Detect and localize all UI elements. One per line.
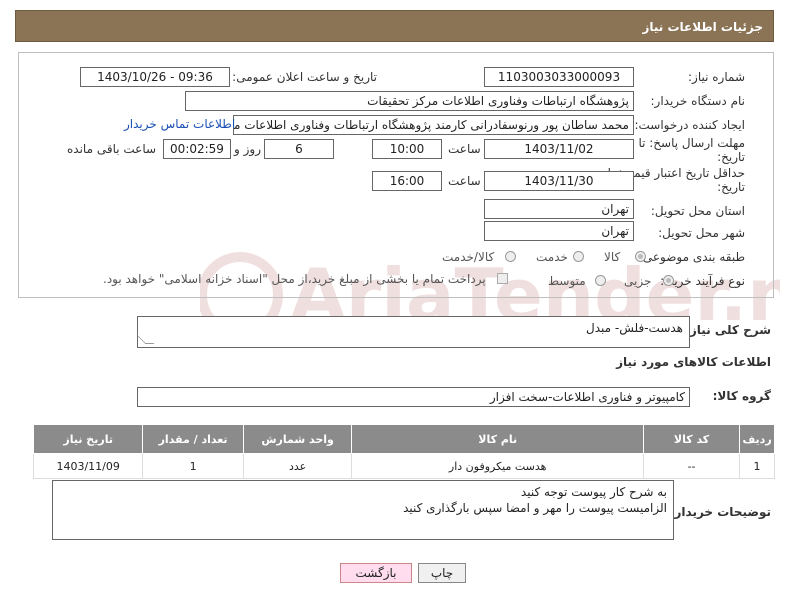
cell-name: هدست میکروفون دار xyxy=(351,453,644,479)
cell-unit: عدد xyxy=(242,453,353,479)
summary-text: هدست-فلش- مبدل xyxy=(585,321,683,335)
need-number-field: 1103003033000093 xyxy=(484,67,634,87)
announce-field: 1403/10/26 - 09:36 xyxy=(80,67,230,87)
goods-group-label: گروه کالا: xyxy=(712,389,771,403)
buyer-org-field: پژوهشگاه ارتباطات وفناوری اطلاعات مرکز ت… xyxy=(185,91,634,111)
process-radio-minor[interactable] xyxy=(663,275,674,286)
col-name: نام کالا xyxy=(351,424,644,454)
category-option-goods: کالا xyxy=(604,250,621,264)
announce-label: تاریخ و ساعت اعلان عمومی: xyxy=(232,70,377,84)
days-label: روز و xyxy=(234,142,261,156)
need-number-label: شماره نیاز: xyxy=(688,70,745,84)
process-option-medium: متوسط xyxy=(548,274,586,288)
deadline-time-field: 10:00 xyxy=(372,139,442,159)
cell-date: 1403/11/09 xyxy=(32,453,144,479)
deadline-time-label: ساعت xyxy=(448,142,481,156)
col-qty: تعداد / مقدار xyxy=(142,424,244,454)
process-radio-medium[interactable] xyxy=(595,275,606,286)
province-label: استان محل تحویل: xyxy=(650,204,745,218)
page-header: جزئیات اطلاعات نیاز xyxy=(15,10,774,42)
category-radio-service[interactable] xyxy=(573,251,584,262)
payment-note: پرداخت تمام یا بخشی از مبلغ خرید،از محل … xyxy=(103,272,486,286)
table-row: 1 -- هدست میکروفون دار عدد 1 1403/11/09 xyxy=(32,453,775,479)
summary-textarea: هدست-فلش- مبدل xyxy=(137,316,690,348)
process-option-minor: جزیی xyxy=(624,274,652,288)
cell-row: 1 xyxy=(739,453,775,479)
city-field: تهران xyxy=(484,221,634,241)
creator-field: محمد ساطان پور ورنوسفادرانی کارمند پژوهش… xyxy=(233,115,634,135)
category-label: طبقه بندی موضوعی: xyxy=(638,250,745,264)
deadline-label: مهلت ارسال پاسخ: تا تاریخ: xyxy=(638,136,745,164)
creator-label: ایجاد کننده درخواست: xyxy=(634,118,745,132)
province-field: تهران xyxy=(484,199,634,219)
category-option-goods-service: کالا/خدمت xyxy=(442,250,495,264)
validity-date-field: 1403/11/30 xyxy=(484,171,634,191)
page-title: جزئیات اطلاعات نیاز xyxy=(642,20,763,34)
col-date: تاریخ نیاز xyxy=(32,424,144,454)
notes-label: توضیحات خریدار: xyxy=(669,505,771,519)
buyer-org-label: نام دستگاه خریدار: xyxy=(650,94,746,108)
notes-textarea: به شرح کار پیوست توجه کنید الزامیست پیوس… xyxy=(52,480,674,540)
col-unit: واحد شمارش xyxy=(242,424,353,454)
remaining-label: ساعت باقی مانده xyxy=(67,142,157,156)
goods-table-header: ردیف کد کالا نام کالا واحد شمارش تعداد /… xyxy=(32,424,775,454)
cell-code: -- xyxy=(642,453,741,479)
goods-table: ردیف کد کالا نام کالا واحد شمارش تعداد /… xyxy=(32,424,775,479)
notes-line-2: الزامیست پیوست را مهر و امضا سپس بارگذار… xyxy=(403,501,667,515)
days-field: 6 xyxy=(264,139,334,159)
category-radio-goods[interactable] xyxy=(635,251,646,262)
remaining-time-field: 00:02:59 xyxy=(163,139,231,159)
col-row: ردیف xyxy=(739,424,775,454)
back-button[interactable]: بازگشت xyxy=(340,563,412,583)
col-code: کد کالا xyxy=(642,424,741,454)
print-button[interactable]: چاپ xyxy=(418,563,466,583)
goods-group-field: کامپیوتر و فناوری اطلاعات-سخت افزار xyxy=(137,387,690,407)
category-radio-goods-service[interactable] xyxy=(505,251,516,262)
notes-line-1: به شرح کار پیوست توجه کنید xyxy=(520,485,667,499)
city-label: شهر محل تحویل: xyxy=(658,226,745,240)
validity-time-field: 16:00 xyxy=(372,171,442,191)
category-option-service: خدمت xyxy=(536,250,568,264)
cell-qty: 1 xyxy=(142,453,244,479)
buyer-contact-link[interactable]: اطلاعات تماس خریدار xyxy=(124,117,235,131)
goods-section-title: اطلاعات کالاهای مورد نیاز xyxy=(616,355,771,369)
payment-checkbox[interactable] xyxy=(497,273,508,284)
summary-label: شرح کلی نیاز: xyxy=(685,323,771,337)
validity-time-label: ساعت xyxy=(448,174,481,188)
deadline-date-field: 1403/11/02 xyxy=(484,139,634,159)
